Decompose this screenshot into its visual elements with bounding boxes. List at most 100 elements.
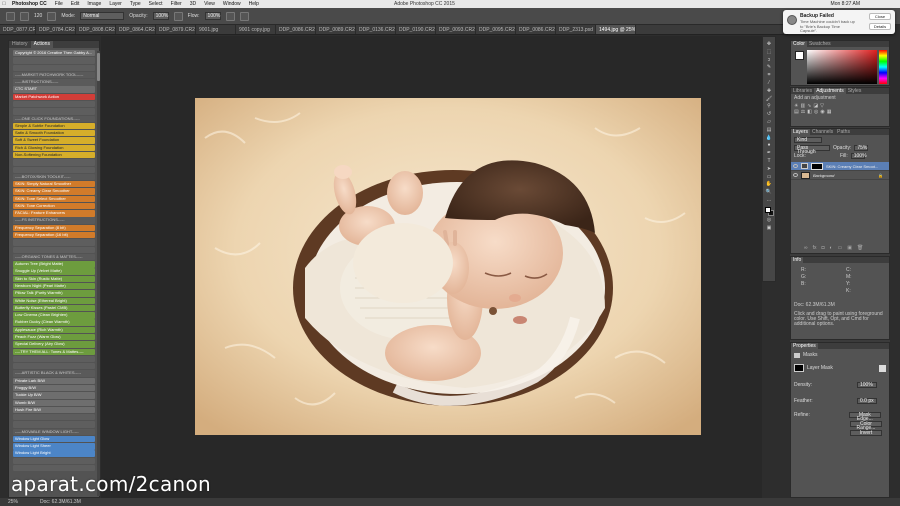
tab-doc[interactable]: 9001 copy.jpg [236,25,276,34]
mode-select[interactable]: Normal [80,12,125,20]
actions-scrollbar[interactable] [97,51,100,496]
action-item[interactable]: Newborn Night (Pearl Matte) [13,283,95,290]
action-item[interactable]: Rubber Ducky (Clean Warmth) [13,319,95,326]
marquee-tool-icon[interactable]: ⬚ [765,49,773,55]
menu-filter[interactable]: Filter [167,1,186,7]
action-item[interactable] [13,246,95,253]
dodge-tool-icon[interactable]: ● [765,142,773,148]
trash-icon[interactable]: 🗑 [857,245,863,251]
tab-doc[interactable]: DDP_0877.CR2 [0,25,36,34]
action-item[interactable] [13,421,95,428]
action-item[interactable]: -----ORGANIC TONES & MATTES----- [13,253,95,261]
action-item[interactable]: Non-Softening Foundation [13,151,95,159]
pressure-size-icon[interactable] [239,11,249,21]
channel-mixer-icon[interactable]: ◉ [820,109,824,115]
pressure-opacity-icon[interactable] [173,11,183,21]
action-item[interactable]: Peach Fuzz (Warm Glow) [13,333,95,341]
shape-tool-icon[interactable]: ▭ [765,174,773,180]
action-item[interactable]: Tuckie Up B/W [13,392,95,399]
black-white-icon[interactable]: ◧ [807,109,812,115]
blur-tool-icon[interactable]: 💧 [765,135,773,141]
action-item[interactable] [13,100,95,108]
action-item[interactable]: Satin & Smooth Foundation [13,130,95,137]
menu-3d[interactable]: 3D [186,1,200,7]
action-item[interactable]: Womb B/W [13,399,95,406]
healing-brush-tool-icon[interactable]: ✚ [765,88,773,94]
tab-doc[interactable]: DDP_0136.CR2 [356,25,396,34]
action-item[interactable]: SKIN: Tone Correction [13,202,95,210]
flow-field[interactable]: 100% [204,12,221,20]
action-item[interactable]: Skin to Skin (Rustic Matte) [13,275,95,283]
tab-doc[interactable]: DDP_0808.CR2 [76,25,116,34]
action-item[interactable]: Hush Fire B/W [13,406,95,414]
mask-edge-button[interactable]: Mask Edge... [848,412,881,422]
action-item[interactable] [13,57,95,64]
action-item[interactable]: -----ARTISTIC BLACK & WHITES----- [13,370,95,377]
screen-mode-icon[interactable]: ▣ [765,225,773,231]
zoom-tool-icon[interactable]: 🔍 [765,189,773,195]
new-layer-icon[interactable]: ▣ [847,245,852,251]
photo-filter-icon[interactable]: ◎ [814,109,818,115]
tab-properties[interactable]: Properties [791,343,818,349]
invert-button[interactable]: Invert [850,430,882,436]
blend-mode-select[interactable]: Pass Through [794,145,830,155]
action-item[interactable]: Frequency Separation (16 bit) [13,232,95,239]
action-item[interactable]: Special Delivery (Airy Glow) [13,341,95,348]
action-item[interactable]: Copyright © 2016 Creative Then Gabby A..… [13,50,95,57]
hand-tool-icon[interactable]: ✋ [765,181,773,187]
more-tools-icon[interactable]: … [765,197,773,203]
tab-libraries[interactable]: Libraries [791,88,814,94]
tab-adjustments[interactable]: Adjustments [814,88,846,94]
layer-filter-select[interactable]: Kind [794,137,822,143]
action-item[interactable]: Frequency Separation (8 bit) [13,224,95,232]
tab-doc[interactable]: DDP_0086.CR2 [276,25,316,34]
crop-tool-icon[interactable]: ⌗ [765,72,773,78]
brush-tool-icon[interactable] [6,11,15,21]
tab-channels[interactable]: Channels [810,129,835,135]
action-item[interactable] [13,159,95,166]
action-item[interactable] [13,166,95,173]
tab-styles[interactable]: Styles [846,88,864,94]
menu-type[interactable]: Type [126,1,145,7]
layer-name[interactable]: SKIN: Creamy Clear Smoot... [826,164,878,169]
layer-name[interactable]: Background [813,173,834,178]
action-item[interactable]: White Noise (Ethereal Bright) [13,297,95,304]
mask-icon[interactable]: ◘ [821,245,824,251]
action-item[interactable]: Window Light Bright [13,450,95,457]
tab-doc[interactable]: DDP_2313.psd [556,25,596,34]
action-item[interactable]: -----FS INSTRUCTIONS----- [13,217,95,224]
action-item[interactable]: FACIAL: Feature Enhancers [13,210,95,217]
action-item[interactable] [13,64,95,71]
adjustment-layer-icon[interactable]: ◐ [830,245,833,251]
hue-saturation-icon[interactable]: ▤ [794,109,799,115]
action-item[interactable]: SKIN: Simply Natural Smoother [13,181,95,188]
tab-color[interactable]: Color [791,41,807,47]
menu-layer[interactable]: Layer [105,1,126,7]
action-item[interactable]: -----MARKET PATCHWORK TOOL----- [13,71,95,79]
action-item[interactable]: Window Light Sheer [13,443,95,450]
foreground-swatch[interactable] [795,51,804,60]
action-item[interactable]: CTC START [13,86,95,93]
menu-select[interactable]: Select [145,1,167,7]
action-item[interactable]: Market Patchwork Action [13,93,95,101]
tab-doc[interactable]: 9001.jpg [196,25,236,34]
action-item[interactable]: Low Cinema (Clean Brighten) [13,312,95,319]
action-item[interactable]: Pillow Talk (Purity Warmth) [13,290,95,297]
tab-doc[interactable]: DDP_0095.CR2 [476,25,516,34]
fx-icon[interactable]: fx [813,245,817,251]
action-item[interactable]: -----MOVABLE WINDOW LIGHT----- [13,428,95,436]
action-item[interactable] [13,414,95,421]
brush-preset-icon[interactable] [20,11,29,21]
brush-panel-icon[interactable] [47,11,57,21]
eyedropper-tool-icon[interactable]: ⁄ [765,80,773,86]
color-lookup-icon[interactable]: ▦ [827,109,832,115]
tab-doc[interactable]: DDP_0879.CR2 [156,25,196,34]
action-item[interactable]: Butterfly Kisses (Pastel CMB) [13,304,95,312]
pixel-mask-icon[interactable] [794,364,804,372]
quick-mask-icon[interactable]: ◎ [765,217,773,223]
layer-row[interactable]: Background 🔒 [791,171,889,180]
group-icon[interactable]: ▭ [838,245,843,251]
tab-layers[interactable]: Layers [791,129,811,135]
action-item[interactable]: -----INSTRUCTIONS----- [13,79,95,86]
action-item[interactable] [13,355,95,363]
